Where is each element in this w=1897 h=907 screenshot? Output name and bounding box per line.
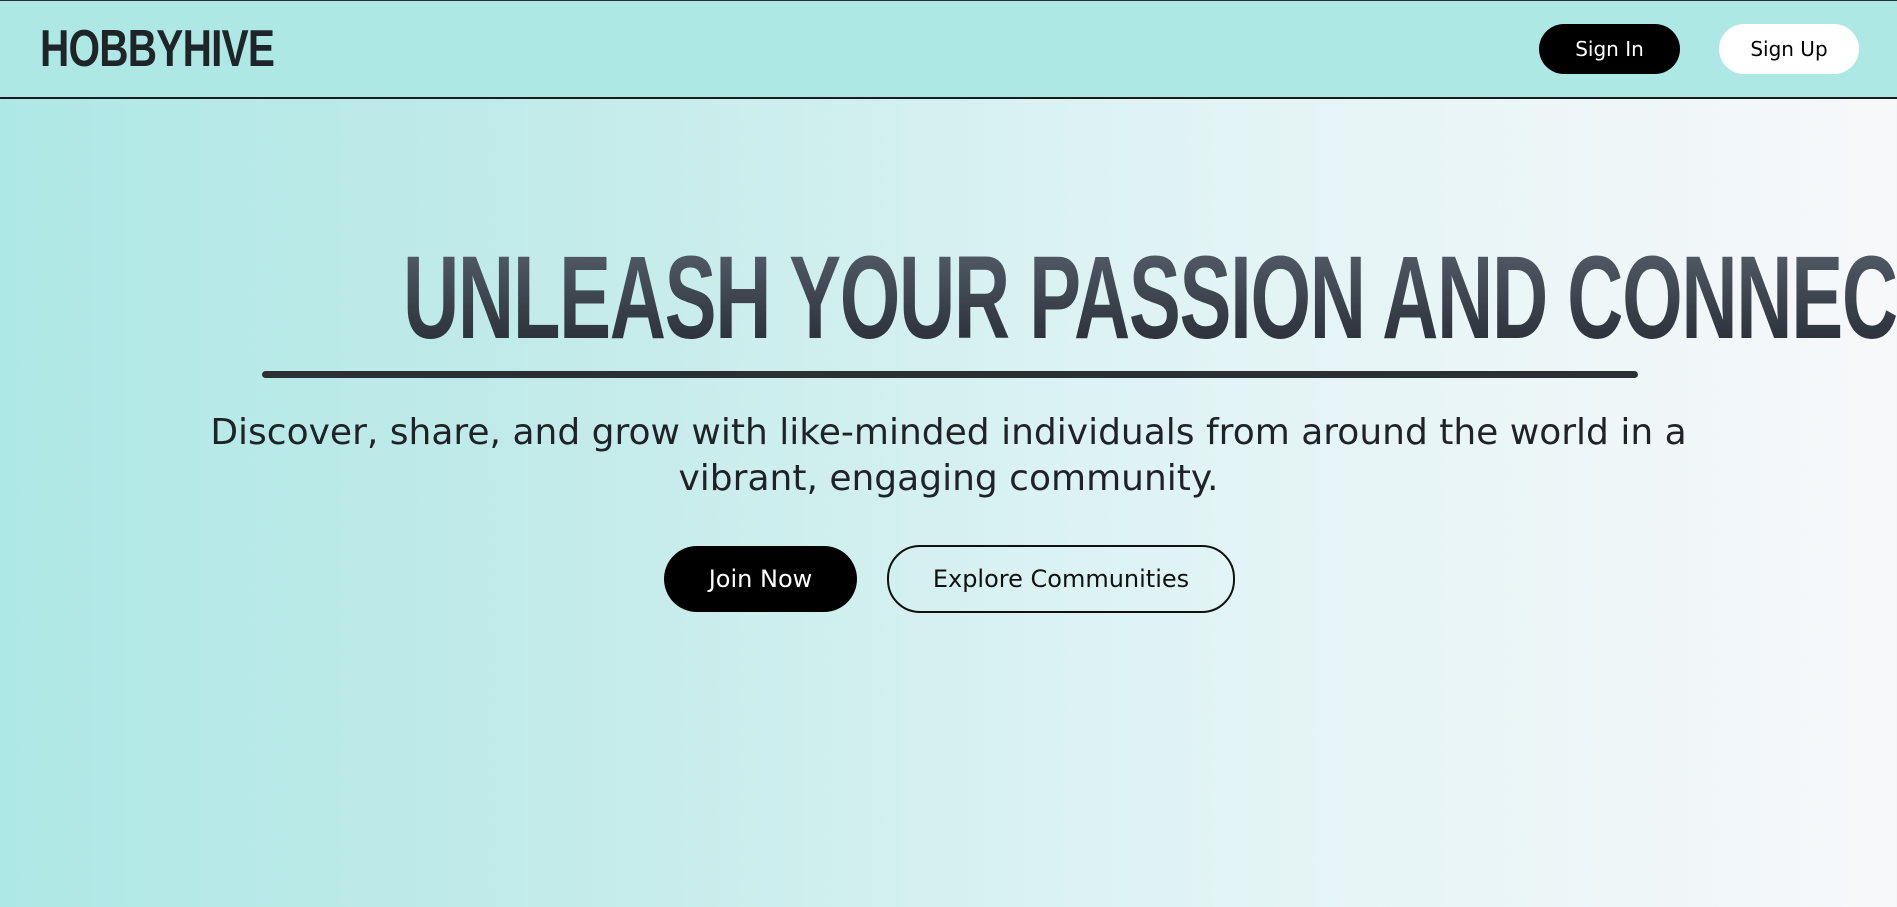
hero-title-underline <box>262 371 1638 378</box>
top-navbar: HOBBYHIVE Sign In Sign Up <box>0 0 1897 99</box>
sign-in-button[interactable]: Sign In <box>1539 24 1680 74</box>
hero-subtitle: Discover, share, and grow with like-mind… <box>210 412 1687 499</box>
hero-title: UNLEASH YOUR PASSION AND CONNECT! <box>403 238 1897 358</box>
brand-logo[interactable]: HOBBYHIVE <box>40 19 275 79</box>
join-now-button[interactable]: Join Now <box>664 546 857 612</box>
sign-up-button[interactable]: Sign Up <box>1719 24 1859 74</box>
hero-title-container: UNLEASH YOUR PASSION AND CONNECT! <box>0 238 1897 358</box>
explore-communities-button[interactable]: Explore Communities <box>887 545 1235 613</box>
